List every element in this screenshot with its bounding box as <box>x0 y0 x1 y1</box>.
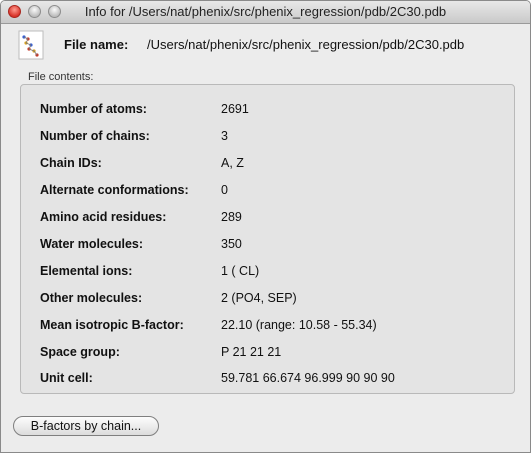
info-row-value: 2691 <box>221 102 249 116</box>
info-row-chain-ids: Chain IDs: A, Z <box>21 156 514 174</box>
info-row-value: 350 <box>221 237 242 251</box>
info-row-chains: Number of chains: 3 <box>21 129 514 147</box>
info-row-amino-acids: Amino acid residues: 289 <box>21 210 514 228</box>
window-title: Info for /Users/nat/phenix/src/phenix_re… <box>84 4 447 19</box>
file-name-value: /Users/nat/phenix/src/phenix_regression/… <box>147 37 465 52</box>
info-row-value: 1 ( CL) <box>221 264 260 278</box>
info-row-label: Space group: <box>40 345 120 359</box>
info-row-value: A, Z <box>221 156 244 170</box>
file-name-label: File name: <box>64 37 129 52</box>
info-row-space-group: Space group: P 21 21 21 <box>21 345 514 363</box>
info-row-label: Amino acid residues: <box>40 210 167 224</box>
info-row-water: Water molecules: 350 <box>21 237 514 255</box>
info-row-label: Chain IDs: <box>40 156 102 170</box>
info-row-label: Number of chains: <box>40 129 150 143</box>
info-row-value: 2 (PO4, SEP) <box>221 291 297 305</box>
info-row-label: Other molecules: <box>40 291 143 305</box>
info-row-b-factor: Mean isotropic B-factor: 22.10 (range: 1… <box>21 318 514 336</box>
info-window: Info for /Users/nat/phenix/src/phenix_re… <box>0 0 531 453</box>
file-contents-label: File contents: <box>28 71 94 83</box>
info-row-value: 0 <box>221 183 228 197</box>
info-row-unit-cell: Unit cell: 59.781 66.674 96.999 90 90 90 <box>21 371 514 389</box>
info-row-value: 22.10 (range: 10.58 - 55.34) <box>221 318 377 332</box>
info-row-value: 3 <box>221 129 228 143</box>
info-row-value: P 21 21 21 <box>221 345 282 359</box>
info-row-label: Unit cell: <box>40 371 93 385</box>
pdb-file-icon <box>18 30 44 60</box>
info-row-other-molecules: Other molecules: 2 (PO4, SEP) <box>21 291 514 309</box>
info-row-value: 59.781 66.674 96.999 90 90 90 <box>221 371 395 385</box>
info-row-alt-conformations: Alternate conformations: 0 <box>21 183 514 201</box>
info-row-label: Number of atoms: <box>40 102 147 116</box>
info-row-label: Elemental ions: <box>40 264 133 278</box>
b-factors-by-chain-button[interactable]: B-factors by chain... <box>13 416 159 436</box>
file-contents-panel: Number of atoms: 2691 Number of chains: … <box>20 84 515 394</box>
info-row-label: Alternate conformations: <box>40 183 189 197</box>
info-row-label: Water molecules: <box>40 237 144 251</box>
title-bar[interactable]: Info for /Users/nat/phenix/src/phenix_re… <box>1 1 530 24</box>
info-row-ions: Elemental ions: 1 ( CL) <box>21 264 514 282</box>
info-row-value: 289 <box>221 210 242 224</box>
info-row-label: Mean isotropic B-factor: <box>40 318 184 332</box>
info-row-atoms: Number of atoms: 2691 <box>21 102 514 120</box>
